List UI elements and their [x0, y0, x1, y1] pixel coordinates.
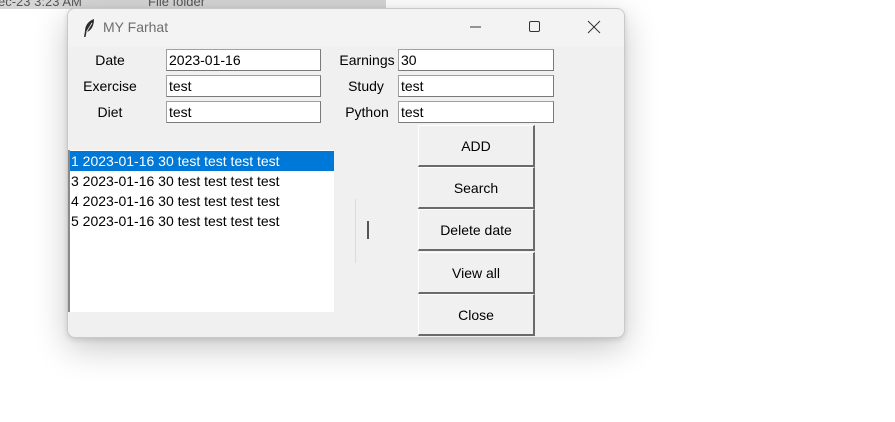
close-icon	[587, 20, 601, 34]
window-title: MY Farhat	[103, 19, 169, 35]
exercise-field[interactable]	[166, 75, 321, 97]
earnings-label: Earnings	[339, 52, 395, 68]
explorer-date: ec-23 3:23 AM	[0, 0, 82, 9]
diet-label: Diet	[97, 104, 123, 120]
feather-icon	[84, 19, 94, 37]
study-field[interactable]	[398, 75, 554, 97]
search-button[interactable]: Search	[418, 167, 535, 209]
maximize-icon	[529, 21, 540, 32]
date-field[interactable]	[166, 49, 321, 71]
close-button[interactable]: Close	[418, 294, 535, 336]
list-item[interactable]: 1 2023-01-16 30 test test test test	[70, 151, 334, 171]
view-all-button[interactable]: View all	[418, 252, 535, 294]
title-bar[interactable]: MY Farhat	[68, 9, 624, 47]
close-window-button[interactable]	[571, 9, 617, 45]
scrollbar-thumb[interactable]	[367, 221, 369, 239]
add-button[interactable]: ADD	[418, 125, 535, 167]
listbox-scrollbar[interactable]	[355, 199, 369, 263]
records-listbox[interactable]: 1 2023-01-16 30 test test test test 3 20…	[68, 150, 334, 312]
minimize-button[interactable]	[453, 9, 499, 45]
minimize-icon	[470, 26, 481, 28]
exercise-label: Exercise	[83, 78, 137, 94]
python-field[interactable]	[398, 101, 554, 123]
diet-field[interactable]	[166, 101, 321, 123]
date-label: Date	[95, 52, 125, 68]
app-window: MY Farhat Date Exercise Diet Earnings St…	[67, 8, 625, 338]
maximize-button[interactable]	[512, 9, 558, 45]
list-item[interactable]: 4 2023-01-16 30 test test test test	[70, 191, 334, 211]
list-item[interactable]: 3 2023-01-16 30 test test test test	[70, 171, 334, 191]
study-label: Study	[348, 78, 384, 94]
delete-date-button[interactable]: Delete date	[418, 209, 535, 251]
earnings-field[interactable]	[398, 49, 554, 71]
python-label: Python	[345, 104, 389, 120]
list-item[interactable]: 5 2023-01-16 30 test test test test	[70, 211, 334, 231]
